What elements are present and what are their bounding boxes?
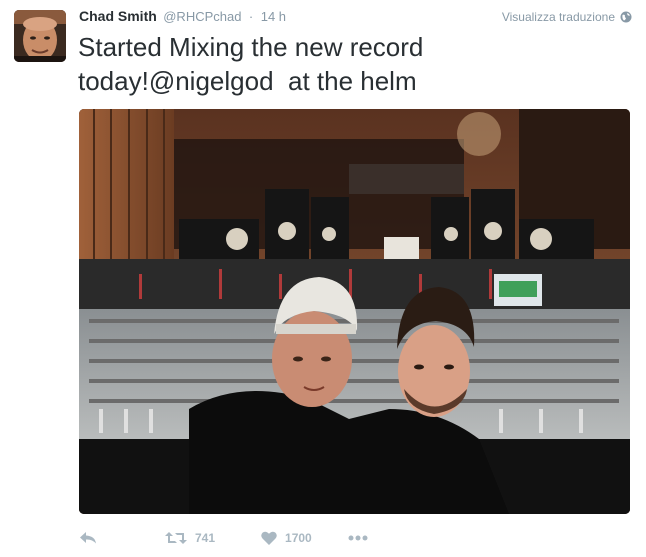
author-name[interactable]: Chad Smith (79, 8, 157, 24)
heart-icon (261, 531, 277, 545)
more-button[interactable] (348, 535, 368, 541)
like-button[interactable]: 1700 (261, 531, 312, 545)
separator: · (248, 9, 254, 24)
avatar-image (14, 10, 66, 62)
retweet-button[interactable]: 741 (165, 531, 215, 545)
tweet-text: Started Mixing the new record today!@nig… (78, 32, 431, 96)
tweet-actions: 741 1700 (79, 527, 368, 549)
tweet-photo[interactable] (79, 109, 630, 514)
like-count: 1700 (285, 531, 312, 545)
reply-icon (80, 532, 96, 544)
retweet-count: 741 (195, 531, 216, 545)
more-icon (348, 535, 368, 541)
tweet: Chad Smith @RHCPchad · 14 h Visualizza t… (0, 0, 646, 557)
translate-link[interactable]: Visualizza traduzione (502, 10, 632, 24)
author-username[interactable]: @RHCPchad (163, 9, 241, 24)
globe-icon (620, 11, 632, 23)
avatar[interactable] (14, 10, 66, 62)
retweet-icon (165, 532, 187, 544)
tweet-timestamp[interactable]: 14 h (261, 9, 286, 24)
reply-button[interactable] (79, 531, 97, 545)
translate-label: Visualizza traduzione (501, 10, 615, 24)
tweet-header: Chad Smith @RHCPchad · 14 h (79, 8, 286, 28)
